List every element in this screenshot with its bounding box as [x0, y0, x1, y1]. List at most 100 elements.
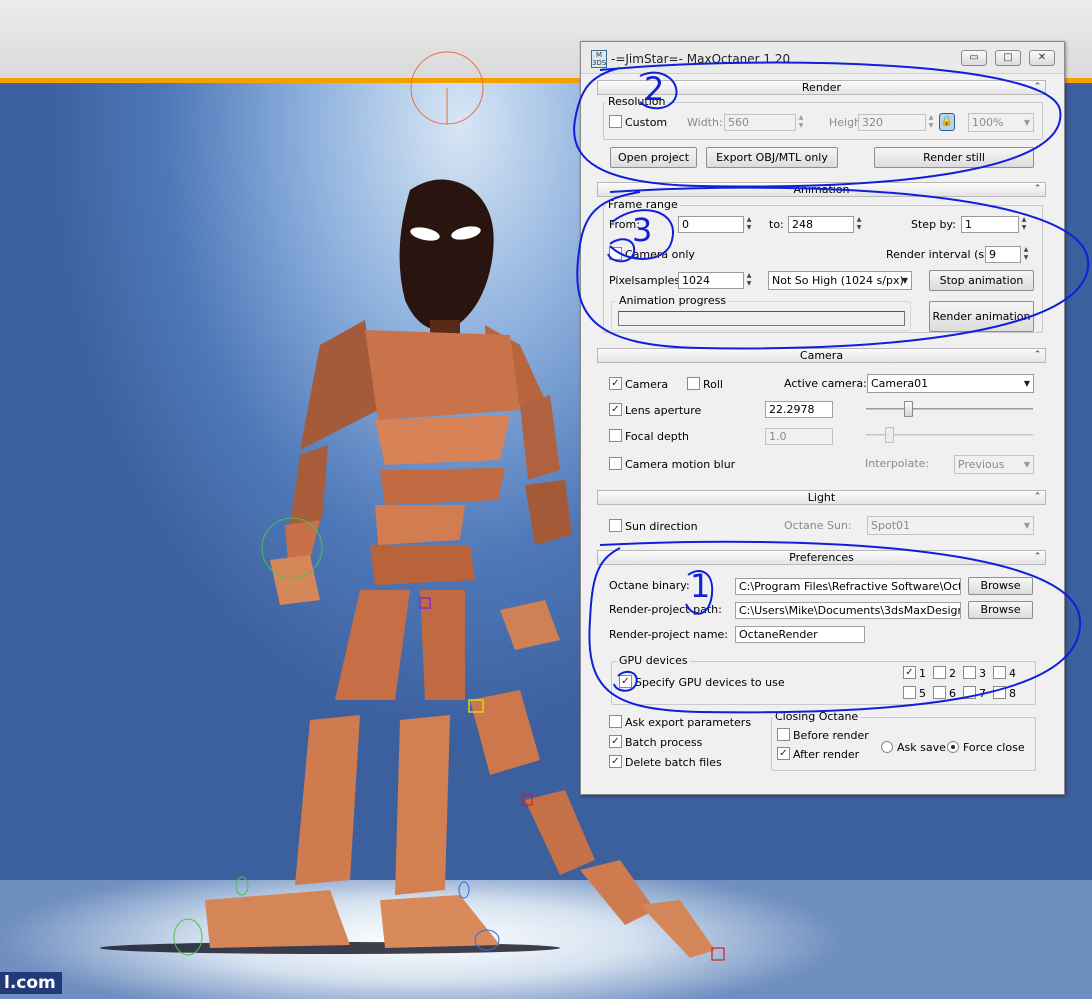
- gpu-2-checkbox[interactable]: [933, 666, 946, 679]
- resolution-percent-dropdown[interactable]: 100% ▼: [968, 113, 1034, 132]
- to-spinner-arrows-icon[interactable]: ▲ ▼: [854, 216, 864, 233]
- stop-animation-button[interactable]: Stop animation: [929, 270, 1034, 291]
- gpu-5-checkbox[interactable]: [903, 686, 916, 699]
- render-still-button[interactable]: Render still: [874, 147, 1034, 168]
- gpu-2-label: 2: [949, 667, 956, 680]
- delete-batch-files-checkbox[interactable]: ✓: [609, 755, 622, 768]
- lens-aperture-field[interactable]: 22.2978: [765, 401, 833, 418]
- collapse-chevron-icon[interactable]: ⌃: [1032, 81, 1043, 94]
- render-interval-spinner[interactable]: 9: [985, 246, 1021, 263]
- ask-save-label: Ask save: [897, 741, 946, 754]
- from-spinner[interactable]: 0: [678, 216, 744, 233]
- batch-process-checkbox[interactable]: ✓: [609, 735, 622, 748]
- collapse-chevron-icon[interactable]: ⌃: [1032, 491, 1043, 504]
- gpu-6-checkbox[interactable]: [933, 686, 946, 699]
- quality-preset-dropdown[interactable]: Not So High (1024 s/px) ▼: [768, 271, 912, 290]
- robot-right-thigh: [420, 590, 465, 700]
- gpu-8-checkbox[interactable]: [993, 686, 1006, 699]
- robot-left-hand: [270, 555, 320, 605]
- step-by-spinner-arrows-icon[interactable]: ▲ ▼: [1019, 216, 1029, 233]
- height-spinner-arrows-icon[interactable]: ▲ ▼: [926, 114, 936, 131]
- custom-checkbox[interactable]: [609, 115, 622, 128]
- gpu-7-checkbox[interactable]: [963, 686, 976, 699]
- interpolate-value: Previous: [958, 458, 1005, 471]
- collapse-chevron-icon[interactable]: ⌃: [1032, 183, 1043, 196]
- lens-aperture-slider-track[interactable]: [866, 408, 1033, 410]
- width-spinner[interactable]: 560: [724, 114, 796, 131]
- render-project-path-field[interactable]: C:\Users\Mike\Documents\3dsMaxDesign\sce…: [735, 602, 961, 619]
- resolution-percent-value: 100%: [972, 116, 1004, 129]
- collapse-chevron-icon[interactable]: ⌃: [1032, 349, 1043, 362]
- dropdown-arrow-icon: ▼: [1023, 379, 1030, 388]
- focal-depth-field[interactable]: 1.0: [765, 428, 833, 445]
- preferences-rollout-header[interactable]: Preferences ⌃: [597, 550, 1046, 565]
- specify-gpu-checkbox[interactable]: ✓: [619, 675, 632, 688]
- height-spinner[interactable]: 320: [858, 114, 926, 131]
- active-camera-dropdown[interactable]: Camera01 ▼: [867, 374, 1034, 393]
- force-close-radio[interactable]: [947, 741, 959, 753]
- collapse-chevron-icon[interactable]: ⌃: [1032, 551, 1043, 564]
- gpu-3-checkbox[interactable]: [963, 666, 976, 679]
- maximize-button[interactable]: □: [995, 50, 1021, 66]
- minimize-button[interactable]: ▭: [961, 50, 987, 66]
- octane-sun-label: Octane Sun:: [784, 519, 852, 532]
- focal-depth-slider-thumb[interactable]: [884, 427, 894, 443]
- pixelsamples-spinner[interactable]: 1024: [678, 272, 744, 289]
- browse-binary-button[interactable]: Browse: [968, 577, 1033, 595]
- close-button[interactable]: ✕: [1029, 50, 1055, 66]
- robot-right-upper-arm: [520, 395, 560, 480]
- open-project-button[interactable]: Open project: [610, 147, 697, 168]
- before-render-checkbox[interactable]: [777, 728, 790, 741]
- before-render-label: Before render: [793, 729, 869, 742]
- interpolate-dropdown[interactable]: Previous ▼: [954, 455, 1034, 474]
- sun-direction-checkbox[interactable]: [609, 519, 622, 532]
- camera-only-checkbox[interactable]: [609, 247, 622, 260]
- robot-left-shoulder: [300, 320, 378, 450]
- camera-checkbox[interactable]: ✓: [609, 377, 622, 390]
- gpu-1-label: 1: [919, 667, 926, 680]
- gpu-8-label: 8: [1009, 687, 1016, 700]
- robot-left-upper-arm: [290, 445, 328, 525]
- render-header-label: Render: [801, 81, 842, 94]
- render-interval-spinner-arrows-icon[interactable]: ▲ ▼: [1021, 246, 1031, 263]
- octane-sun-dropdown[interactable]: Spot01 ▼: [867, 516, 1034, 535]
- roll-checkbox[interactable]: [687, 377, 700, 390]
- gpu-4-checkbox[interactable]: [993, 666, 1006, 679]
- dropdown-arrow-icon: ▼: [901, 276, 908, 285]
- after-render-label: After render: [793, 748, 860, 761]
- step-by-spinner[interactable]: 1: [961, 216, 1019, 233]
- lens-aperture-checkbox[interactable]: ✓: [609, 403, 622, 416]
- focal-depth-checkbox[interactable]: [609, 429, 622, 442]
- render-project-name-field[interactable]: OctaneRender: [735, 626, 865, 643]
- to-spinner[interactable]: 248: [788, 216, 854, 233]
- from-spinner-arrows-icon[interactable]: ▲ ▼: [744, 216, 754, 233]
- aspect-lock-icon[interactable]: 🔒: [939, 113, 955, 131]
- pixelsamples-spinner-arrows-icon[interactable]: ▲ ▼: [744, 272, 754, 289]
- render-animation-button[interactable]: Render animation: [929, 301, 1034, 332]
- browse-project-path-button[interactable]: Browse: [968, 601, 1033, 619]
- after-render-checkbox[interactable]: ✓: [777, 747, 790, 760]
- gpu-3-label: 3: [979, 667, 986, 680]
- batch-process-label: Batch process: [625, 736, 703, 749]
- width-spinner-arrows-icon[interactable]: ▲ ▼: [796, 114, 806, 131]
- force-close-label: Force close: [963, 741, 1025, 754]
- robot-trailing-leg-2: [580, 860, 655, 925]
- octane-binary-path-field[interactable]: C:\Program Files\Refractive Software\Oct…: [735, 578, 961, 595]
- sun-direction-label: Sun direction: [625, 520, 698, 533]
- quality-preset-value: Not So High (1024 s/px): [772, 274, 904, 287]
- camera-motion-blur-checkbox[interactable]: [609, 457, 622, 470]
- ask-export-parameters-checkbox[interactable]: [609, 715, 622, 728]
- robot-right-shin: [395, 715, 450, 895]
- gpu-6-label: 6: [949, 687, 956, 700]
- focal-depth-label: Focal depth: [625, 430, 690, 443]
- animation-rollout-header[interactable]: Animation ⌃: [597, 182, 1046, 197]
- export-obj-mtl-button[interactable]: Export OBJ/MTL only: [706, 147, 838, 168]
- camera-header-label: Camera: [799, 349, 844, 362]
- camera-rollout-header[interactable]: Camera ⌃: [597, 348, 1046, 363]
- lens-aperture-slider-thumb[interactable]: [903, 401, 913, 417]
- active-camera-label: Active camera:: [784, 377, 867, 390]
- render-interval-label: Render interval (s):: [886, 248, 993, 261]
- ask-save-radio[interactable]: [881, 741, 893, 753]
- gpu-1-checkbox[interactable]: ✓: [903, 666, 916, 679]
- light-rollout-header[interactable]: Light ⌃: [597, 490, 1046, 505]
